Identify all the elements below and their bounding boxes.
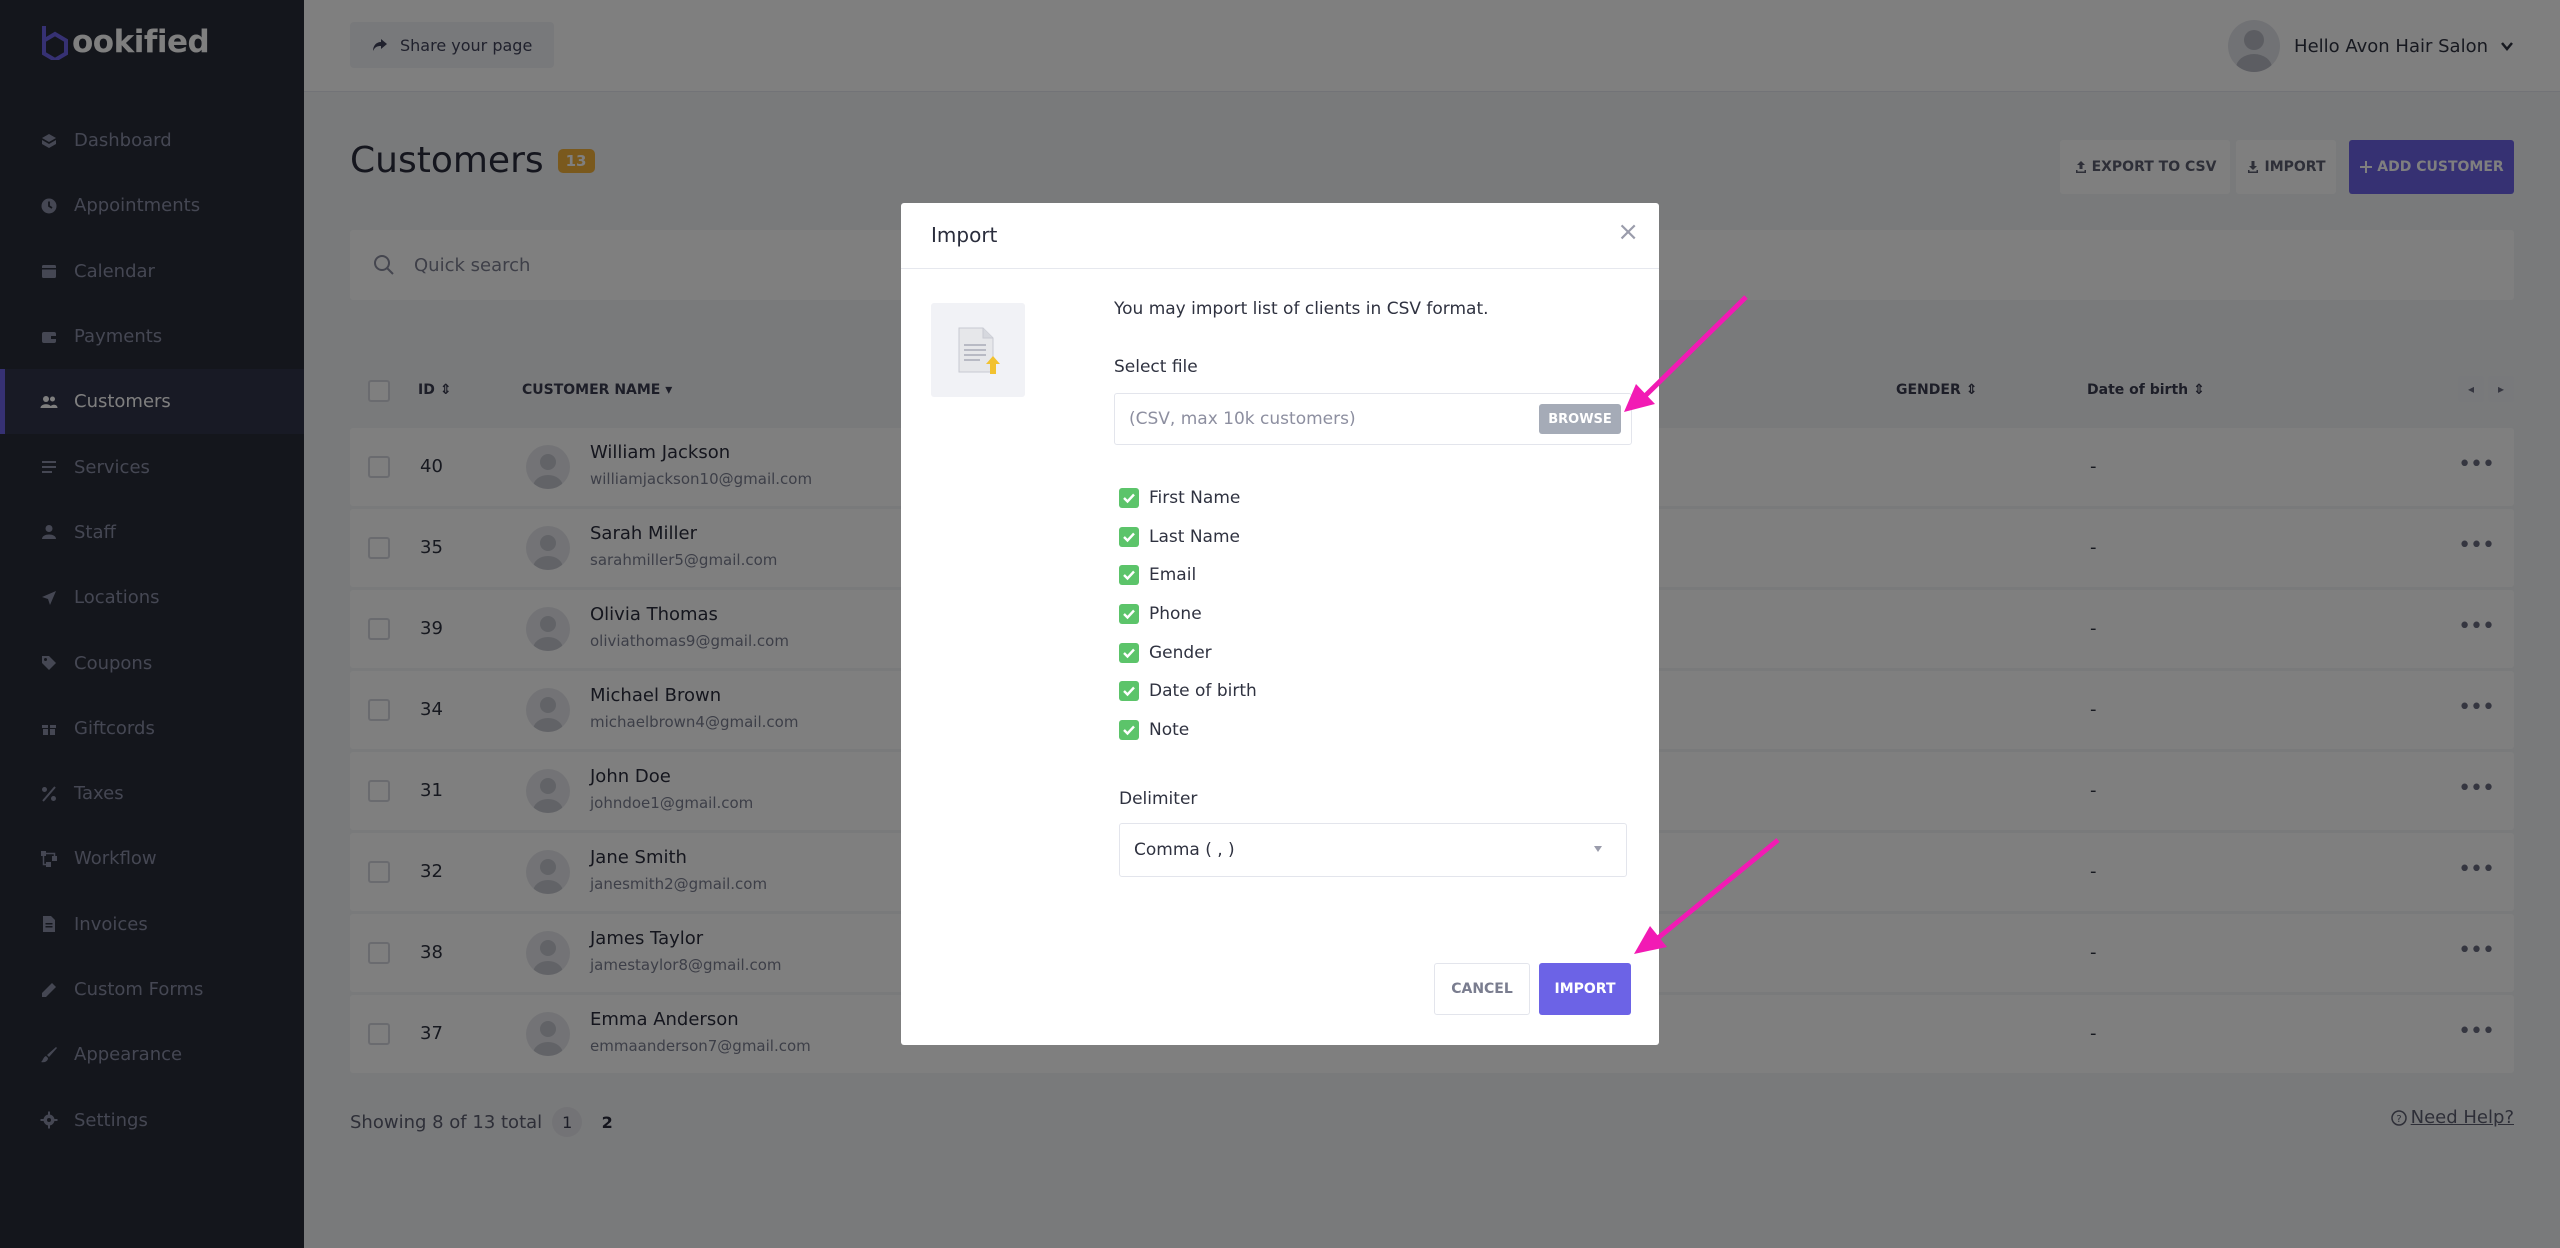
import-submit-button[interactable]: IMPORT [1539, 963, 1631, 1015]
checkmark-icon[interactable] [1119, 604, 1139, 625]
checkmark-icon[interactable] [1119, 681, 1139, 702]
checkmark-icon[interactable] [1119, 719, 1139, 740]
browse-button[interactable]: BROWSE [1539, 404, 1621, 434]
field-checkbox-label: Phone [1149, 604, 1202, 625]
cancel-button[interactable]: CANCEL [1434, 963, 1530, 1015]
close-icon[interactable]: × [1617, 219, 1639, 245]
delimiter-select[interactable]: Comma ( , ) [1119, 823, 1627, 877]
field-checkbox-note[interactable]: Note [1119, 711, 1257, 750]
field-checkbox-email[interactable]: Email [1119, 556, 1257, 595]
checkmark-icon[interactable] [1119, 526, 1139, 547]
delimiter-value: Comma ( , ) [1134, 840, 1235, 860]
modal-title: Import [931, 223, 998, 247]
checkmark-icon[interactable] [1119, 642, 1139, 663]
field-checkbox-label: Note [1149, 719, 1190, 740]
field-checkbox-first-name[interactable]: First Name [1119, 479, 1257, 518]
file-upload-illustration-icon [931, 303, 1025, 397]
file-input[interactable]: (CSV, max 10k customers) BROWSE [1114, 393, 1632, 445]
field-checkbox-list: First Name Last Name Email Phone Gender Date … [1119, 479, 1257, 749]
import-modal: Import × You may import list of clients … [901, 203, 1659, 1045]
field-checkbox-phone[interactable]: Phone [1119, 595, 1257, 634]
checkmark-icon[interactable] [1119, 565, 1139, 586]
file-input-placeholder: (CSV, max 10k customers) [1129, 409, 1356, 429]
field-checkbox-label: Last Name [1149, 526, 1240, 547]
import-info-text: You may import list of clients in CSV fo… [1114, 299, 1489, 319]
caret-down-icon [1594, 846, 1602, 852]
field-checkbox-label: First Name [1149, 488, 1241, 509]
field-checkbox-last-name[interactable]: Last Name [1119, 518, 1257, 557]
field-checkbox-date-of-birth[interactable]: Date of birth [1119, 672, 1257, 711]
field-checkbox-label: Date of birth [1149, 681, 1257, 702]
field-checkbox-label: Email [1149, 565, 1197, 586]
checkmark-icon[interactable] [1119, 488, 1139, 509]
field-checkbox-label: Gender [1149, 642, 1212, 663]
delimiter-label: Delimiter [1119, 789, 1198, 809]
modal-header: Import × [901, 203, 1659, 269]
field-checkbox-gender[interactable]: Gender [1119, 633, 1257, 672]
select-file-label: Select file [1114, 357, 1198, 377]
